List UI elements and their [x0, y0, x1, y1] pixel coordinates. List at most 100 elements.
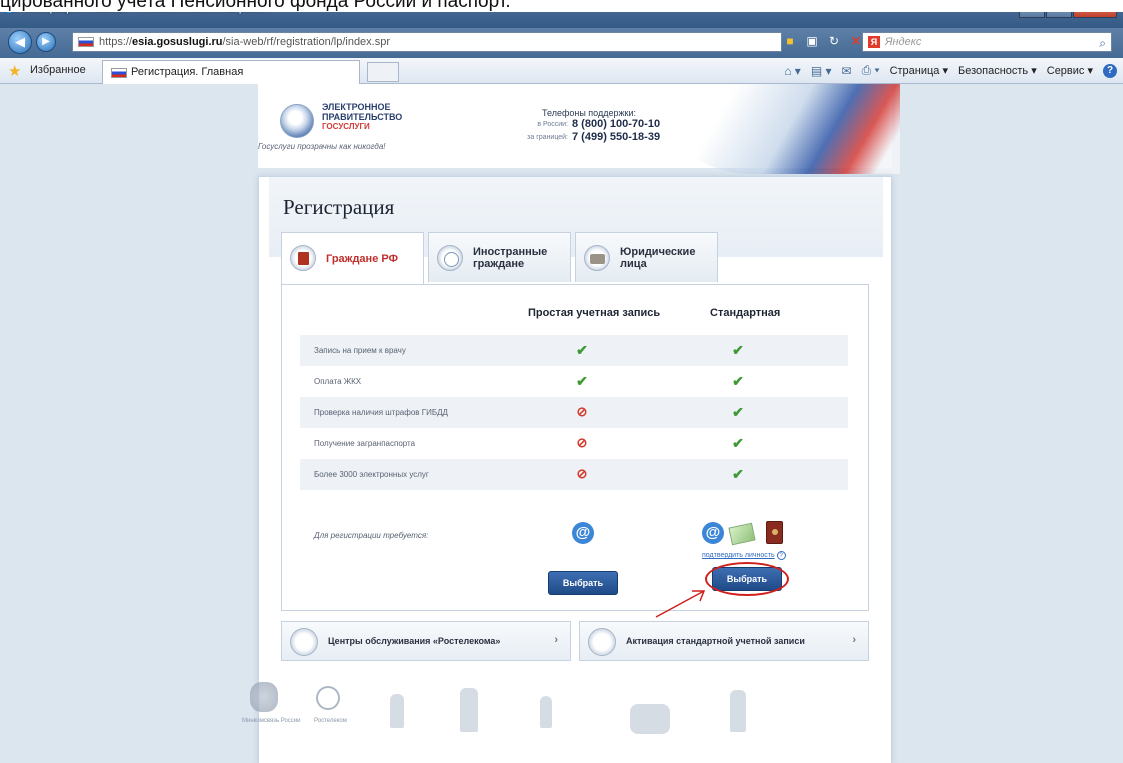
tab-label: Иностранные граждане — [473, 245, 548, 270]
address-field[interactable]: https://esia.gosuslugi.ru/sia-web/rf/reg… — [72, 32, 782, 52]
table-row: Запись на прием к врачу ✔ ✔ — [300, 335, 848, 366]
favorites-button[interactable]: Избранное — [30, 64, 86, 76]
favorites-star-icon[interactable]: ★ — [8, 62, 21, 80]
page-menu[interactable]: Страница ▾ — [890, 64, 948, 77]
compat-icon[interactable]: ▣ — [804, 32, 820, 50]
service-centers-button[interactable]: Центры обслуживания «Ростелекома» › — [281, 621, 571, 661]
lock-icon[interactable]: ■ — [782, 32, 798, 50]
tab-rf-citizens[interactable]: Граждане РФ — [281, 232, 424, 285]
search-icon[interactable]: ⌕ — [1099, 34, 1106, 52]
column-header-simple: Простая учетная запись — [528, 307, 661, 319]
address-bar-row: ◀ ▶ https://esia.gosuslugi.ru/sia-web/rf… — [0, 28, 1123, 58]
coat-of-arms-icon[interactable] — [250, 682, 278, 712]
address-tools: ▾ ■ ▣ ↻ ✕ — [760, 32, 864, 50]
activation-button[interactable]: Активация стандартной учетной записи › — [579, 621, 869, 661]
url-scheme: https:// — [99, 36, 133, 48]
chevron-right-icon: › — [852, 634, 856, 646]
refresh-icon[interactable]: ↻ — [826, 32, 842, 50]
tab-foreign-citizens[interactable]: Иностранные граждане — [428, 232, 571, 282]
forward-button[interactable]: ▶ — [36, 32, 56, 52]
dropdown-arrow-icon[interactable]: ▾ — [760, 32, 776, 50]
column-header-standard: Стандартная — [710, 307, 781, 319]
home-icon[interactable]: ⌂ ▾ — [784, 64, 801, 78]
globe-icon — [437, 245, 463, 271]
annotation-ellipse — [705, 562, 789, 596]
support-title: Телефоны поддержки: — [542, 108, 636, 118]
activation-label: Активация стандартной учетной записи — [626, 636, 805, 646]
feeds-icon[interactable]: ▤ ▾ — [811, 64, 832, 78]
table-row: Более 3000 электронных услуг ⊘ ✔ — [300, 459, 848, 490]
people-silhouette-decoration — [390, 694, 404, 728]
russia-flag-icon — [78, 37, 94, 47]
bench-silhouette-decoration — [630, 704, 670, 734]
support-russia-label: в России: — [537, 121, 568, 128]
security-menu[interactable]: Безопасность ▾ — [958, 64, 1037, 77]
passport-icon — [766, 521, 783, 544]
search-input[interactable]: Я Яндекс ⌕ — [862, 32, 1112, 52]
choose-simple-button[interactable]: Выбрать — [548, 571, 618, 595]
support-abroad-label: за границей: — [527, 134, 568, 141]
check-icon: ✔ — [576, 342, 588, 358]
yandex-icon: Я — [868, 36, 880, 48]
caption-text: цированного учета Пенсионного фонда Росс… — [0, 0, 511, 12]
check-icon: ✔ — [732, 342, 744, 358]
bottom-actions: Центры обслуживания «Ростелекома» › Акти… — [281, 621, 869, 661]
forbidden-icon: ⊘ — [576, 466, 588, 481]
tab-label: Граждане РФ — [326, 253, 398, 265]
gosuslugi-logo-icon[interactable] — [280, 104, 314, 138]
activation-icon — [588, 628, 616, 656]
url-domain: esia.gosuslugi.ru — [132, 36, 223, 48]
tab-legal-entities[interactable]: Юридические лица — [575, 232, 718, 282]
url-path: /sia-web/rf/registration/lp/index.spr — [222, 36, 391, 48]
email-at-icon: @ — [702, 522, 724, 544]
support-phones: Телефоны поддержки: в России: 8 (800) 100… — [508, 108, 758, 144]
support-russia-phone: 8 (800) 100-70-10 — [572, 118, 661, 130]
feature-name: Проверка наличия штрафов ГИБДД — [314, 408, 448, 417]
people-silhouette-decoration — [460, 688, 478, 732]
check-icon: ✔ — [576, 373, 588, 389]
page-viewport: ЭЛЕКТРОННОЕ ПРАВИТЕЛЬСТВО ГОСУСЛУГИ Госу… — [0, 84, 1123, 763]
caption-strip: цированного учета Пенсионного фонда Росс… — [0, 0, 1123, 12]
feature-name: Получение загранпаспорта — [314, 439, 416, 448]
forbidden-icon: ⊘ — [576, 404, 588, 419]
citizen-type-tabs: Граждане РФ Иностранные граждане Юридиче… — [281, 232, 718, 285]
annotation-arrow-icon — [655, 590, 706, 618]
service-menu[interactable]: Сервис ▾ — [1047, 64, 1093, 77]
confirm-identity-link[interactable]: подтвердить личность? — [702, 551, 786, 560]
browser-tab[interactable]: Регистрация. Главная — [102, 60, 360, 84]
check-icon: ✔ — [732, 404, 744, 420]
feature-name: Запись на прием к врачу — [314, 346, 406, 355]
chevron-right-icon: › — [554, 634, 558, 646]
feature-name: Более 3000 электронных услуг — [314, 470, 429, 479]
briefcase-icon — [584, 245, 610, 271]
email-at-icon: @ — [572, 522, 594, 544]
new-tab-button[interactable] — [367, 62, 399, 82]
people-silhouette-decoration — [540, 696, 552, 728]
account-comparison-table: Простая учетная запись Стандартная Запис… — [281, 284, 869, 618]
service-centers-label: Центры обслуживания «Ростелекома» — [328, 636, 501, 646]
command-bar: ⌂ ▾ ▤ ▾ ✉ ⎙ ▾ Страница ▾ Безопасность ▾ … — [784, 63, 1117, 78]
mincomsvyaz-caption: Минкомсвязь России — [242, 718, 301, 724]
help-icon[interactable]: ? — [1103, 63, 1117, 78]
table-row: Проверка наличия штрафов ГИБДД ⊘ ✔ — [300, 397, 848, 428]
confirm-identity-text: подтвердить личность — [702, 552, 775, 559]
rostelecom-logo-icon[interactable] — [316, 686, 340, 710]
tab-label: Юридические лица — [620, 245, 696, 270]
logo-line-3: ГОСУСЛУГИ — [322, 122, 370, 131]
help-icon[interactable]: ? — [776, 551, 786, 560]
check-icon: ✔ — [732, 466, 744, 482]
search-placeholder: Яндекс — [885, 36, 922, 48]
mail-icon[interactable]: ✉ — [842, 64, 852, 78]
forbidden-icon: ⊘ — [576, 435, 588, 450]
site-header: ЭЛЕКТРОННОЕ ПРАВИТЕЛЬСТВО ГОСУСЛУГИ Госу… — [258, 84, 900, 174]
check-icon: ✔ — [732, 373, 744, 389]
required-label: Для регистрации требуется: — [314, 531, 429, 540]
page-footer: Минкомсвязь России Ростелеком — [242, 674, 890, 763]
slogan: Госуслуги прозрачны как никогда! — [258, 142, 386, 151]
check-icon: ✔ — [732, 435, 744, 451]
map-icon — [290, 628, 318, 656]
print-icon[interactable]: ⎙ ▾ — [862, 63, 880, 78]
back-button[interactable]: ◀ — [8, 30, 32, 54]
snils-card-icon — [728, 522, 756, 546]
feature-name: Оплата ЖКХ — [314, 377, 362, 386]
